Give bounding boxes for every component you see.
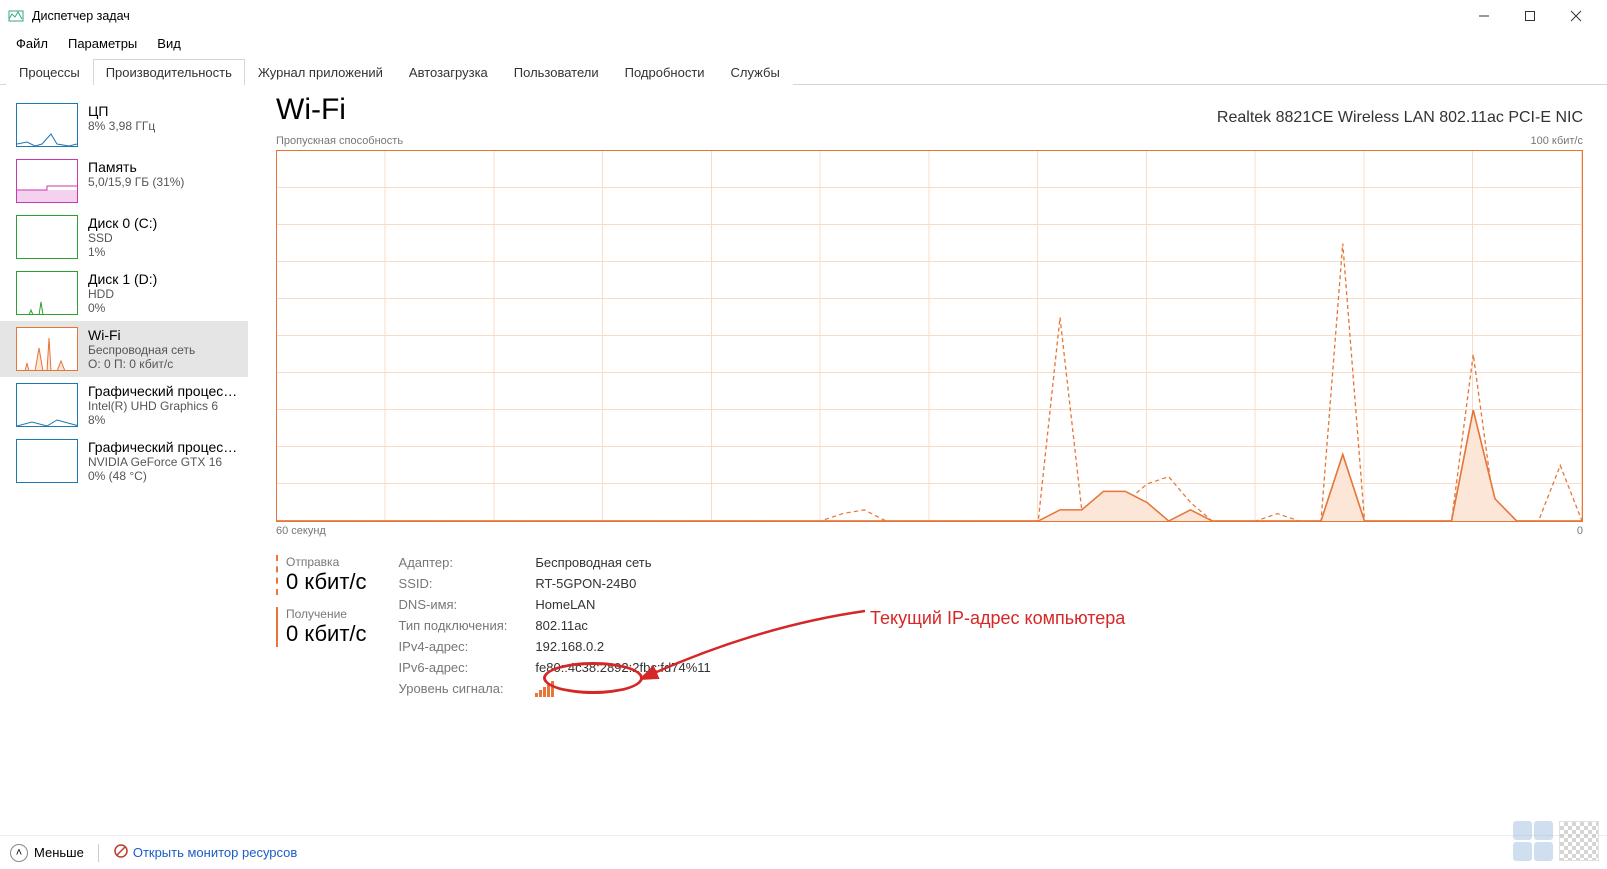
- open-resmon-link[interactable]: Открыть монитор ресурсов: [113, 843, 297, 862]
- signal-key: Уровень сигнала:: [399, 681, 508, 700]
- chevron-up-icon: ˄: [10, 844, 28, 862]
- throughput-chart: [276, 150, 1583, 522]
- cpu-title: ЦП: [88, 103, 240, 119]
- window-controls: [1461, 0, 1599, 32]
- tab-services[interactable]: Службы: [718, 59, 793, 85]
- footer-divider: [98, 844, 99, 862]
- throughput-group: Отправка 0 кбит/с Получение 0 кбит/с: [276, 555, 367, 700]
- menu-options[interactable]: Параметры: [60, 34, 145, 53]
- app-icon: [8, 8, 24, 24]
- chart-xleft: 60 секунд: [276, 525, 326, 537]
- cpu-sub: 8% 3,98 ГГц: [88, 119, 240, 133]
- annotation-text: Текущий IP-адрес компьютера: [870, 608, 1125, 629]
- recv-label: Получение: [286, 607, 367, 621]
- disk0-sub: SSD: [88, 231, 240, 245]
- tab-processes[interactable]: Процессы: [6, 59, 93, 85]
- tab-startup[interactable]: Автозагрузка: [396, 59, 501, 85]
- disk1-title: Диск 1 (D:): [88, 271, 240, 287]
- gpu0-sub2: 8%: [88, 413, 240, 427]
- sidebar: ЦП8% 3,98 ГГц Память5,0/15,9 ГБ (31%) Ди…: [0, 85, 248, 832]
- chart-xright: 0: [1577, 525, 1583, 537]
- thumb-disk0: [16, 215, 78, 259]
- collapse-label: Меньше: [34, 845, 84, 860]
- window-title: Диспетчер задач: [32, 9, 1461, 23]
- sidebar-item-cpu[interactable]: ЦП8% 3,98 ГГц: [0, 97, 248, 153]
- wifi-sub: Беспроводная сеть: [88, 343, 240, 357]
- wifi-sub2: О: 0 П: 0 кбит/с: [88, 357, 240, 371]
- gpu1-title: Графический процессор 1: [88, 439, 240, 455]
- thumb-gpu0: [16, 383, 78, 427]
- sidebar-item-memory[interactable]: Память5,0/15,9 ГБ (31%): [0, 153, 248, 209]
- tab-app-history[interactable]: Журнал приложений: [245, 59, 396, 85]
- sidebar-item-disk1[interactable]: Диск 1 (D:)HDD0%: [0, 265, 248, 321]
- thumb-cpu: [16, 103, 78, 147]
- collapse-button[interactable]: ˄ Меньше: [10, 844, 84, 862]
- sidebar-item-gpu1[interactable]: Графический процессор 1NVIDIA GeForce GT…: [0, 433, 248, 489]
- ipv4-key: IPv4-адрес:: [399, 639, 508, 654]
- chart-scale: 100 кбит/с: [1530, 135, 1583, 147]
- sidebar-item-gpu0[interactable]: Графический процессор 0Intel(R) UHD Grap…: [0, 377, 248, 433]
- tab-strip: Процессы Производительность Журнал прило…: [0, 59, 1607, 85]
- watermark: [1513, 821, 1599, 861]
- memory-title: Память: [88, 159, 240, 175]
- thumb-wifi: [16, 327, 78, 371]
- adapter-key: Адаптер:: [399, 555, 508, 570]
- thumb-memory: [16, 159, 78, 203]
- disk1-sub2: 0%: [88, 301, 240, 315]
- menu-view[interactable]: Вид: [149, 34, 189, 53]
- adapter-name: Realtek 8821CE Wireless LAN 802.11ac PCI…: [1217, 109, 1583, 127]
- disk0-sub2: 1%: [88, 245, 240, 259]
- chart-svg: [277, 151, 1582, 521]
- menubar: Файл Параметры Вид: [0, 32, 1607, 59]
- footer: ˄ Меньше Открыть монитор ресурсов: [0, 835, 1607, 869]
- chart-caption: Пропускная способность: [276, 135, 403, 147]
- resmon-icon: [113, 843, 129, 862]
- thumb-gpu1: [16, 439, 78, 483]
- main-panel: Wi-Fi Realtek 8821CE Wireless LAN 802.11…: [248, 85, 1607, 832]
- memory-sub: 5,0/15,9 ГБ (31%): [88, 175, 240, 189]
- annotation-circle: [543, 662, 643, 694]
- thumb-disk1: [16, 271, 78, 315]
- tab-performance[interactable]: Производительность: [93, 59, 245, 85]
- titlebar: Диспетчер задач: [0, 0, 1607, 32]
- content: ЦП8% 3,98 ГГц Память5,0/15,9 ГБ (31%) Ди…: [0, 85, 1607, 832]
- wifi-title: Wi-Fi: [88, 327, 240, 343]
- gpu1-sub2: 0% (48 °C): [88, 469, 240, 483]
- annotation-arrow-icon: [640, 596, 870, 686]
- menu-file[interactable]: Файл: [8, 34, 56, 53]
- disk0-title: Диск 0 (C:): [88, 215, 240, 231]
- tab-details[interactable]: Подробности: [612, 59, 718, 85]
- send-label: Отправка: [286, 555, 367, 569]
- minimize-button[interactable]: [1461, 0, 1507, 32]
- close-button[interactable]: [1553, 0, 1599, 32]
- chart-bottom-labels: 60 секунд 0: [276, 525, 1583, 537]
- sidebar-item-disk0[interactable]: Диск 0 (C:)SSD1%: [0, 209, 248, 265]
- gpu0-sub: Intel(R) UHD Graphics 6: [88, 399, 240, 413]
- sidebar-item-wifi[interactable]: Wi-FiБеспроводная сетьО: 0 П: 0 кбит/с: [0, 321, 248, 377]
- adapter-val: Беспроводная сеть: [535, 555, 710, 570]
- resmon-label: Открыть монитор ресурсов: [133, 845, 297, 860]
- dns-key: DNS-имя:: [399, 597, 508, 612]
- page-title: Wi-Fi: [276, 93, 346, 127]
- maximize-button[interactable]: [1507, 0, 1553, 32]
- gpu1-sub: NVIDIA GeForce GTX 16: [88, 455, 240, 469]
- ssid-key: SSID:: [399, 576, 508, 591]
- recv-value: 0 кбит/с: [286, 621, 367, 647]
- send-value: 0 кбит/с: [286, 569, 367, 595]
- watermark-logo-icon: [1513, 821, 1553, 861]
- tab-users[interactable]: Пользователи: [501, 59, 612, 85]
- send-block: Отправка 0 кбит/с: [276, 555, 367, 595]
- watermark-qr-icon: [1559, 821, 1599, 861]
- ssid-val: RT-5GPON-24B0: [535, 576, 710, 591]
- gpu0-title: Графический процессор 0: [88, 383, 240, 399]
- disk1-sub: HDD: [88, 287, 240, 301]
- recv-block: Получение 0 кбит/с: [276, 607, 367, 647]
- ipv6-key: IPv6-адрес:: [399, 660, 508, 675]
- main-header: Wi-Fi Realtek 8821CE Wireless LAN 802.11…: [276, 93, 1583, 127]
- chart-top-labels: Пропускная способность 100 кбит/с: [276, 135, 1583, 147]
- conn-key: Тип подключения:: [399, 618, 508, 633]
